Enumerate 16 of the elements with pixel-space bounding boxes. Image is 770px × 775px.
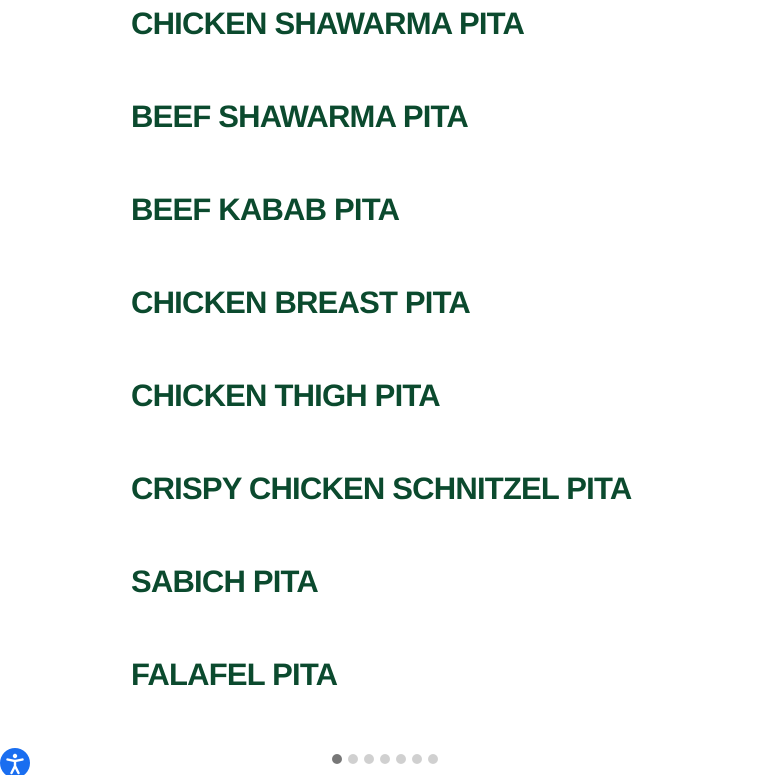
menu-item-title[interactable]: BEEF KABAB PITA xyxy=(131,192,400,228)
menu-item-title[interactable]: CHICKEN SHAWARMA PITA xyxy=(131,6,524,42)
menu-item-title[interactable]: SABICH PITA xyxy=(131,564,318,600)
menu-item-title[interactable]: FALAFEL PITA xyxy=(131,657,338,693)
accessibility-icon[interactable] xyxy=(0,748,30,775)
menu-item-title[interactable]: CRISPY CHICKEN SCHNITZEL PITA xyxy=(131,471,632,507)
menu-item-title[interactable]: CHICKEN THIGH PITA xyxy=(131,378,440,414)
menu-item-title[interactable]: BEEF SHAWARMA PITA xyxy=(131,99,468,135)
carousel-dot[interactable] xyxy=(412,754,422,764)
menu-item-title[interactable]: CHICKEN BREAST PITA xyxy=(131,285,470,321)
carousel-dot[interactable] xyxy=(364,754,374,764)
carousel-dot[interactable] xyxy=(396,754,406,764)
carousel-dot[interactable] xyxy=(380,754,390,764)
carousel-dot[interactable] xyxy=(428,754,438,764)
carousel-dot[interactable] xyxy=(348,754,358,764)
carousel-dot[interactable] xyxy=(332,754,342,764)
